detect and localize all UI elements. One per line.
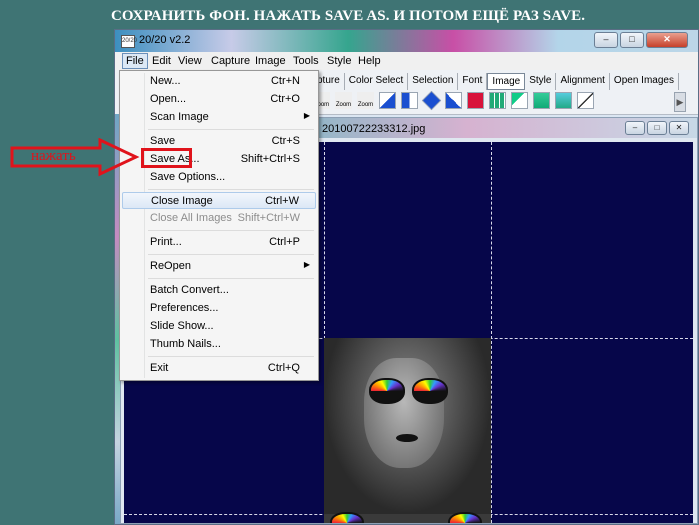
menu-separator [148,230,314,231]
menu-separator [148,356,314,357]
rainbow-glasses-right [448,512,482,523]
zoom-out-icon[interactable]: Zoom [357,92,374,109]
toolbar-scroll-right-button[interactable]: ▶ [674,92,686,112]
menu-item-shortcut: Ctrl+P [269,236,300,248]
menu-item-print[interactable]: Print... Ctrl+P [122,234,316,251]
menu-file[interactable]: File [122,53,148,69]
rotate-right-icon[interactable] [445,92,462,109]
menu-item-shortcut: Ctr+N [270,75,300,87]
submenu-arrow-icon: ▶ [303,111,310,120]
menu-item-label: Open... [150,93,187,105]
submenu-arrow-icon: ▶ [303,260,310,269]
draw-line-icon[interactable] [577,92,594,109]
photo-tile-lower [324,512,491,523]
menu-item-slide-show[interactable]: Slide Show... [122,318,316,335]
menu-item-label: Print... [150,236,182,248]
menu-item-reopen[interactable]: ReOpen ▶ [122,258,316,275]
menu-separator [148,254,314,255]
close-button[interactable]: ✕ [646,32,688,48]
menu-capture[interactable]: Capture [211,55,250,67]
menu-item-label: Close All Images [150,212,232,224]
mouth-graphic [396,434,418,442]
menu-style[interactable]: Style [327,55,351,67]
file-menu-dropdown: New... Ctr+N Open... Ctr+O Scan Image ▶ … [119,70,319,381]
menu-view[interactable]: View [178,55,202,67]
menu-item-shortcut: Ctrl+Q [267,362,300,374]
menu-separator [148,189,314,190]
menu-item-shortcut: Shift+Ctrl+S [240,153,300,165]
menu-item-shortcut: Ctr+S [271,135,300,147]
tab-color-select[interactable]: Color Select [345,73,409,90]
menu-item-label: Save [150,135,176,147]
tab-style[interactable]: Style [525,73,557,90]
menu-item-label: Batch Convert... [150,284,229,296]
tab-selection[interactable]: Selection [408,73,459,90]
menu-item-label: Preferences... [150,302,219,314]
menu-item-shortcut: Ctrl+W [265,195,299,207]
menu-item-thumb-nails[interactable]: Thumb Nails... [122,336,316,353]
flip-horizontal-icon[interactable] [401,92,418,109]
color-fill-icon[interactable] [467,92,484,109]
menu-item-scan-image[interactable]: Scan Image ▶ [122,109,316,126]
tint-icon[interactable] [511,92,528,109]
doc-minimize-button[interactable]: – [625,121,645,135]
document-title: 20100722233312.jpg [322,123,426,135]
menu-help[interactable]: Help [358,55,381,67]
menu-item-close-image[interactable]: Close Image Ctrl+W [122,192,316,209]
menu-item-label: New... [150,75,181,87]
menu-item-label: Slide Show... [150,320,214,332]
menu-item-preferences[interactable]: Preferences... [122,300,316,317]
doc-close-button[interactable]: ✕ [669,121,689,135]
zoom-in-icon[interactable]: Zoom [335,92,352,109]
filter-icon[interactable] [555,92,572,109]
menu-item-label: Exit [150,362,169,374]
instruction-caption: СОХРАНИТЬ ФОН. НАЖАТЬ SAVE AS. И ПОТОМ Е… [111,8,586,24]
window-title: 20/20 v2.2 [139,34,191,46]
menu-item-close-all-images: Close All Images Shift+Ctrl+W [122,210,316,227]
face-graphic [364,358,444,468]
maximize-button[interactable]: □ [620,32,644,48]
tab-font[interactable]: Font [458,73,488,90]
menu-item-label: Close Image [151,195,213,207]
menu-item-open[interactable]: Open... Ctr+O [122,91,316,108]
app-icon: 20/20 [121,35,137,48]
menu-image[interactable]: Image [255,55,286,67]
menu-item-label: ReOpen [150,260,191,272]
rainbow-glasses-right [412,378,448,404]
rainbow-glasses-left [369,378,405,404]
toolbar-icons: Zoom Zoom Zoom [313,90,594,111]
tile-divider [491,142,492,523]
title-bar[interactable]: 20/20 20/20 v2.2 – □ ✕ [115,30,698,52]
menu-item-shortcut: Ctr+O [270,93,300,105]
arrow-label: нажать [31,148,76,164]
save-as-highlight-box [141,148,192,168]
menu-edit[interactable]: Edit [152,55,171,67]
tab-image[interactable]: Image [487,73,526,90]
flip-both-icon[interactable] [421,90,442,111]
toolbar-tabs: pture Color Select Selection Font Image … [313,73,679,90]
menu-tools[interactable]: Tools [293,55,319,67]
doc-maximize-button[interactable]: □ [647,121,667,135]
menu-item-label: Scan Image [150,111,209,123]
minimize-button[interactable]: – [594,32,618,48]
menu-item-save-options[interactable]: Save Options... [122,169,316,186]
menu-bar: File Edit View Capture Image Tools Style… [115,52,698,71]
menu-separator [148,129,314,130]
rotate-left-icon[interactable] [379,92,396,109]
rainbow-glasses-left [330,512,364,523]
menu-item-new[interactable]: New... Ctr+N [122,73,316,90]
grid-icon[interactable] [489,92,506,109]
menu-separator [148,278,314,279]
enhance-icon[interactable] [533,92,550,109]
menu-item-exit[interactable]: Exit Ctrl+Q [122,360,316,377]
menu-item-shortcut: Shift+Ctrl+W [237,212,300,224]
menu-item-label: Thumb Nails... [150,338,221,350]
menu-item-batch-convert[interactable]: Batch Convert... [122,282,316,299]
tab-alignment[interactable]: Alignment [556,73,610,90]
photo-tile [324,338,491,514]
menu-item-label: Save Options... [150,171,226,183]
tab-open-images[interactable]: Open Images [610,73,679,90]
